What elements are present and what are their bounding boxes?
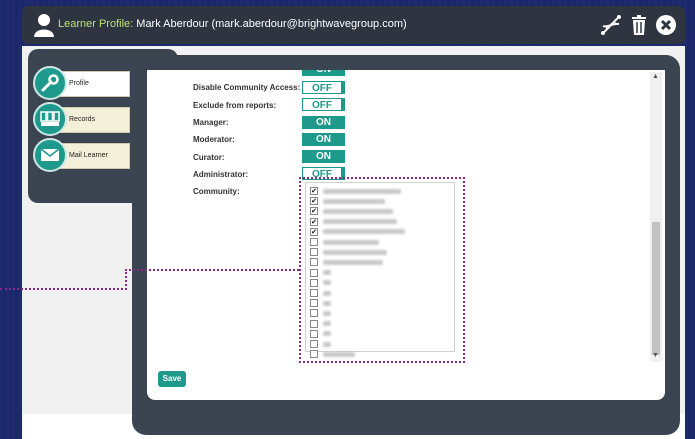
mail-icon[interactable] — [33, 138, 67, 172]
form-scrollbar[interactable]: ▲ ▼ — [650, 72, 662, 362]
save-button[interactable]: Save — [158, 371, 186, 387]
label-disable-community: Disable Community Access: — [193, 83, 301, 92]
highlight-connector-vertical — [125, 269, 127, 290]
label-manager: Manager: — [193, 118, 229, 127]
label-community: Community: — [193, 187, 240, 196]
header-label: Learner Profile: — [58, 18, 134, 30]
highlight-connector — [0, 288, 127, 290]
highlight-box — [299, 177, 465, 363]
label-curator: Curator: — [193, 153, 225, 162]
header-bar: Learner Profile: Mark Aberdour (mark.abe… — [22, 6, 685, 44]
user-avatar-icon — [34, 14, 54, 37]
header-title: Learner Profile: Mark Aberdour (mark.abe… — [58, 18, 407, 30]
toggle-exclude-reports[interactable]: OFF — [302, 98, 345, 111]
toggle-disable-community[interactable]: OFF — [302, 81, 345, 94]
toggle-curator[interactable]: ON — [302, 150, 345, 163]
learner-name: Mark Aberdour (mark.aberdour@brightwaveg… — [136, 18, 407, 30]
scroll-thumb[interactable] — [652, 222, 660, 355]
wrench-icon[interactable] — [33, 66, 67, 100]
nav-profile-label: Profile — [69, 80, 89, 87]
toggle-manager[interactable]: ON — [302, 116, 345, 129]
scroll-up-icon[interactable]: ▲ — [652, 73, 659, 80]
records-icon[interactable] — [33, 102, 67, 136]
close-icon[interactable] — [655, 14, 677, 36]
label-moderator: Moderator: — [193, 135, 235, 144]
highlight-connector-upper — [125, 269, 299, 271]
dna-icon[interactable] — [600, 14, 622, 36]
nav-records-label: Records — [69, 116, 96, 123]
trash-icon[interactable] — [628, 14, 650, 36]
label-exclude-reports: Exclude from reports: — [193, 101, 277, 110]
scroll-down-icon[interactable]: ▼ — [652, 352, 659, 359]
label-administrator: Administrator: — [193, 170, 249, 179]
toggle-moderator[interactable]: ON — [302, 133, 345, 146]
nav-mail-label: Mail Learner — [69, 152, 108, 159]
